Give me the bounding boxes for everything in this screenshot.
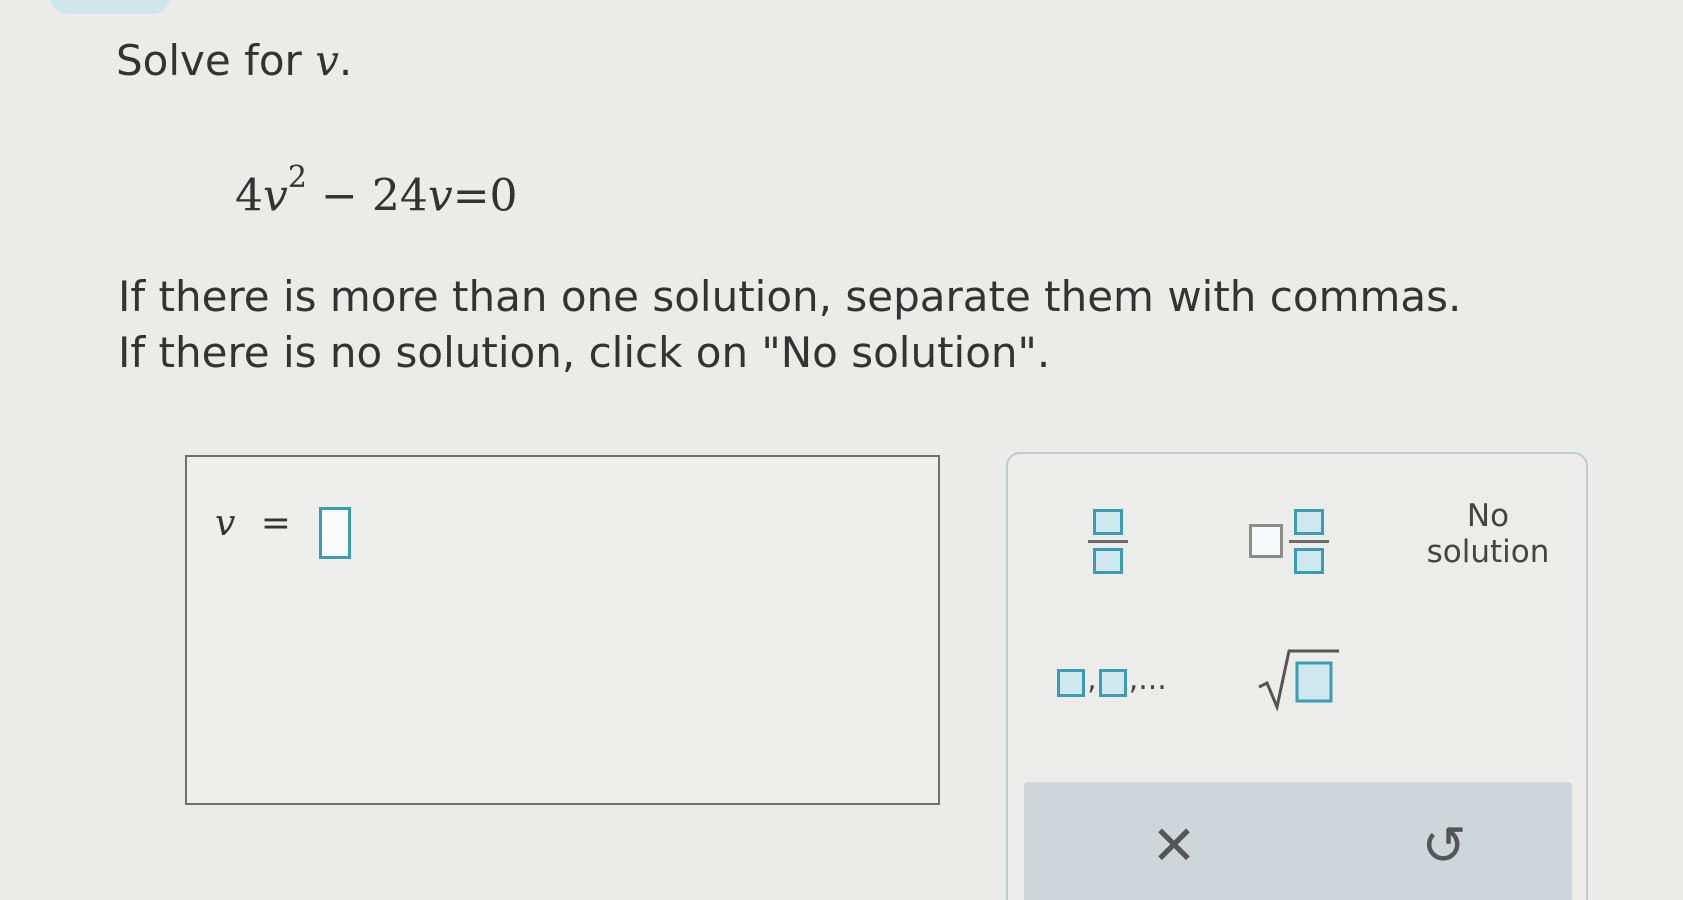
math-keypad: No solution ,,... ✕ ↺ bbox=[1006, 452, 1588, 900]
list-comma: , bbox=[1087, 661, 1097, 697]
eq-operator: − bbox=[320, 170, 358, 222]
undo-icon: ↺ bbox=[1421, 813, 1467, 877]
eq-coef2: 24 bbox=[371, 170, 428, 222]
prompt-suffix: . bbox=[338, 36, 353, 85]
clear-button[interactable]: ✕ bbox=[1114, 800, 1234, 890]
mixed-number-button[interactable] bbox=[1234, 496, 1344, 586]
square-root-icon bbox=[1258, 649, 1339, 711]
eq-rest: =0 bbox=[452, 170, 518, 222]
list-icon: ,,... bbox=[1055, 662, 1167, 697]
answer-box[interactable]: v = bbox=[185, 455, 940, 805]
instruction-line-2: If there is no solution, click on "No so… bbox=[118, 328, 1051, 377]
close-icon: ✕ bbox=[1151, 813, 1197, 877]
answer-input-slot[interactable] bbox=[319, 507, 351, 559]
prompt-variable: v bbox=[315, 36, 339, 85]
answer-variable: v bbox=[215, 503, 236, 544]
square-root-button[interactable] bbox=[1248, 639, 1348, 719]
top-tab[interactable] bbox=[50, 0, 170, 14]
prompt-prefix: Solve for bbox=[116, 36, 302, 85]
eq-var1: v bbox=[263, 170, 288, 222]
eq-exponent: 2 bbox=[287, 160, 307, 195]
no-solution-button[interactable]: No solution bbox=[1408, 494, 1568, 574]
list-button[interactable]: ,,... bbox=[1046, 644, 1176, 714]
no-solution-label-1: No bbox=[1466, 498, 1510, 534]
instruction-line-1: If there is more than one solution, sepa… bbox=[118, 272, 1462, 321]
fraction-button[interactable] bbox=[1068, 496, 1148, 586]
undo-button[interactable]: ↺ bbox=[1384, 800, 1504, 890]
fraction-icon bbox=[1088, 508, 1128, 574]
eq-coef1: 4 bbox=[235, 170, 263, 222]
answer-equals: = bbox=[260, 503, 291, 544]
mixed-number-icon bbox=[1249, 508, 1329, 574]
eq-var2: v bbox=[427, 170, 453, 222]
keypad-action-bar: ✕ ↺ bbox=[1024, 782, 1572, 900]
equation: 4v2 − 24v=0 bbox=[235, 160, 518, 222]
no-solution-label-2: solution bbox=[1426, 534, 1550, 570]
list-suffix: ,... bbox=[1128, 661, 1167, 697]
prompt: Solve for v. bbox=[116, 36, 352, 85]
answer-label: v = bbox=[215, 503, 291, 544]
